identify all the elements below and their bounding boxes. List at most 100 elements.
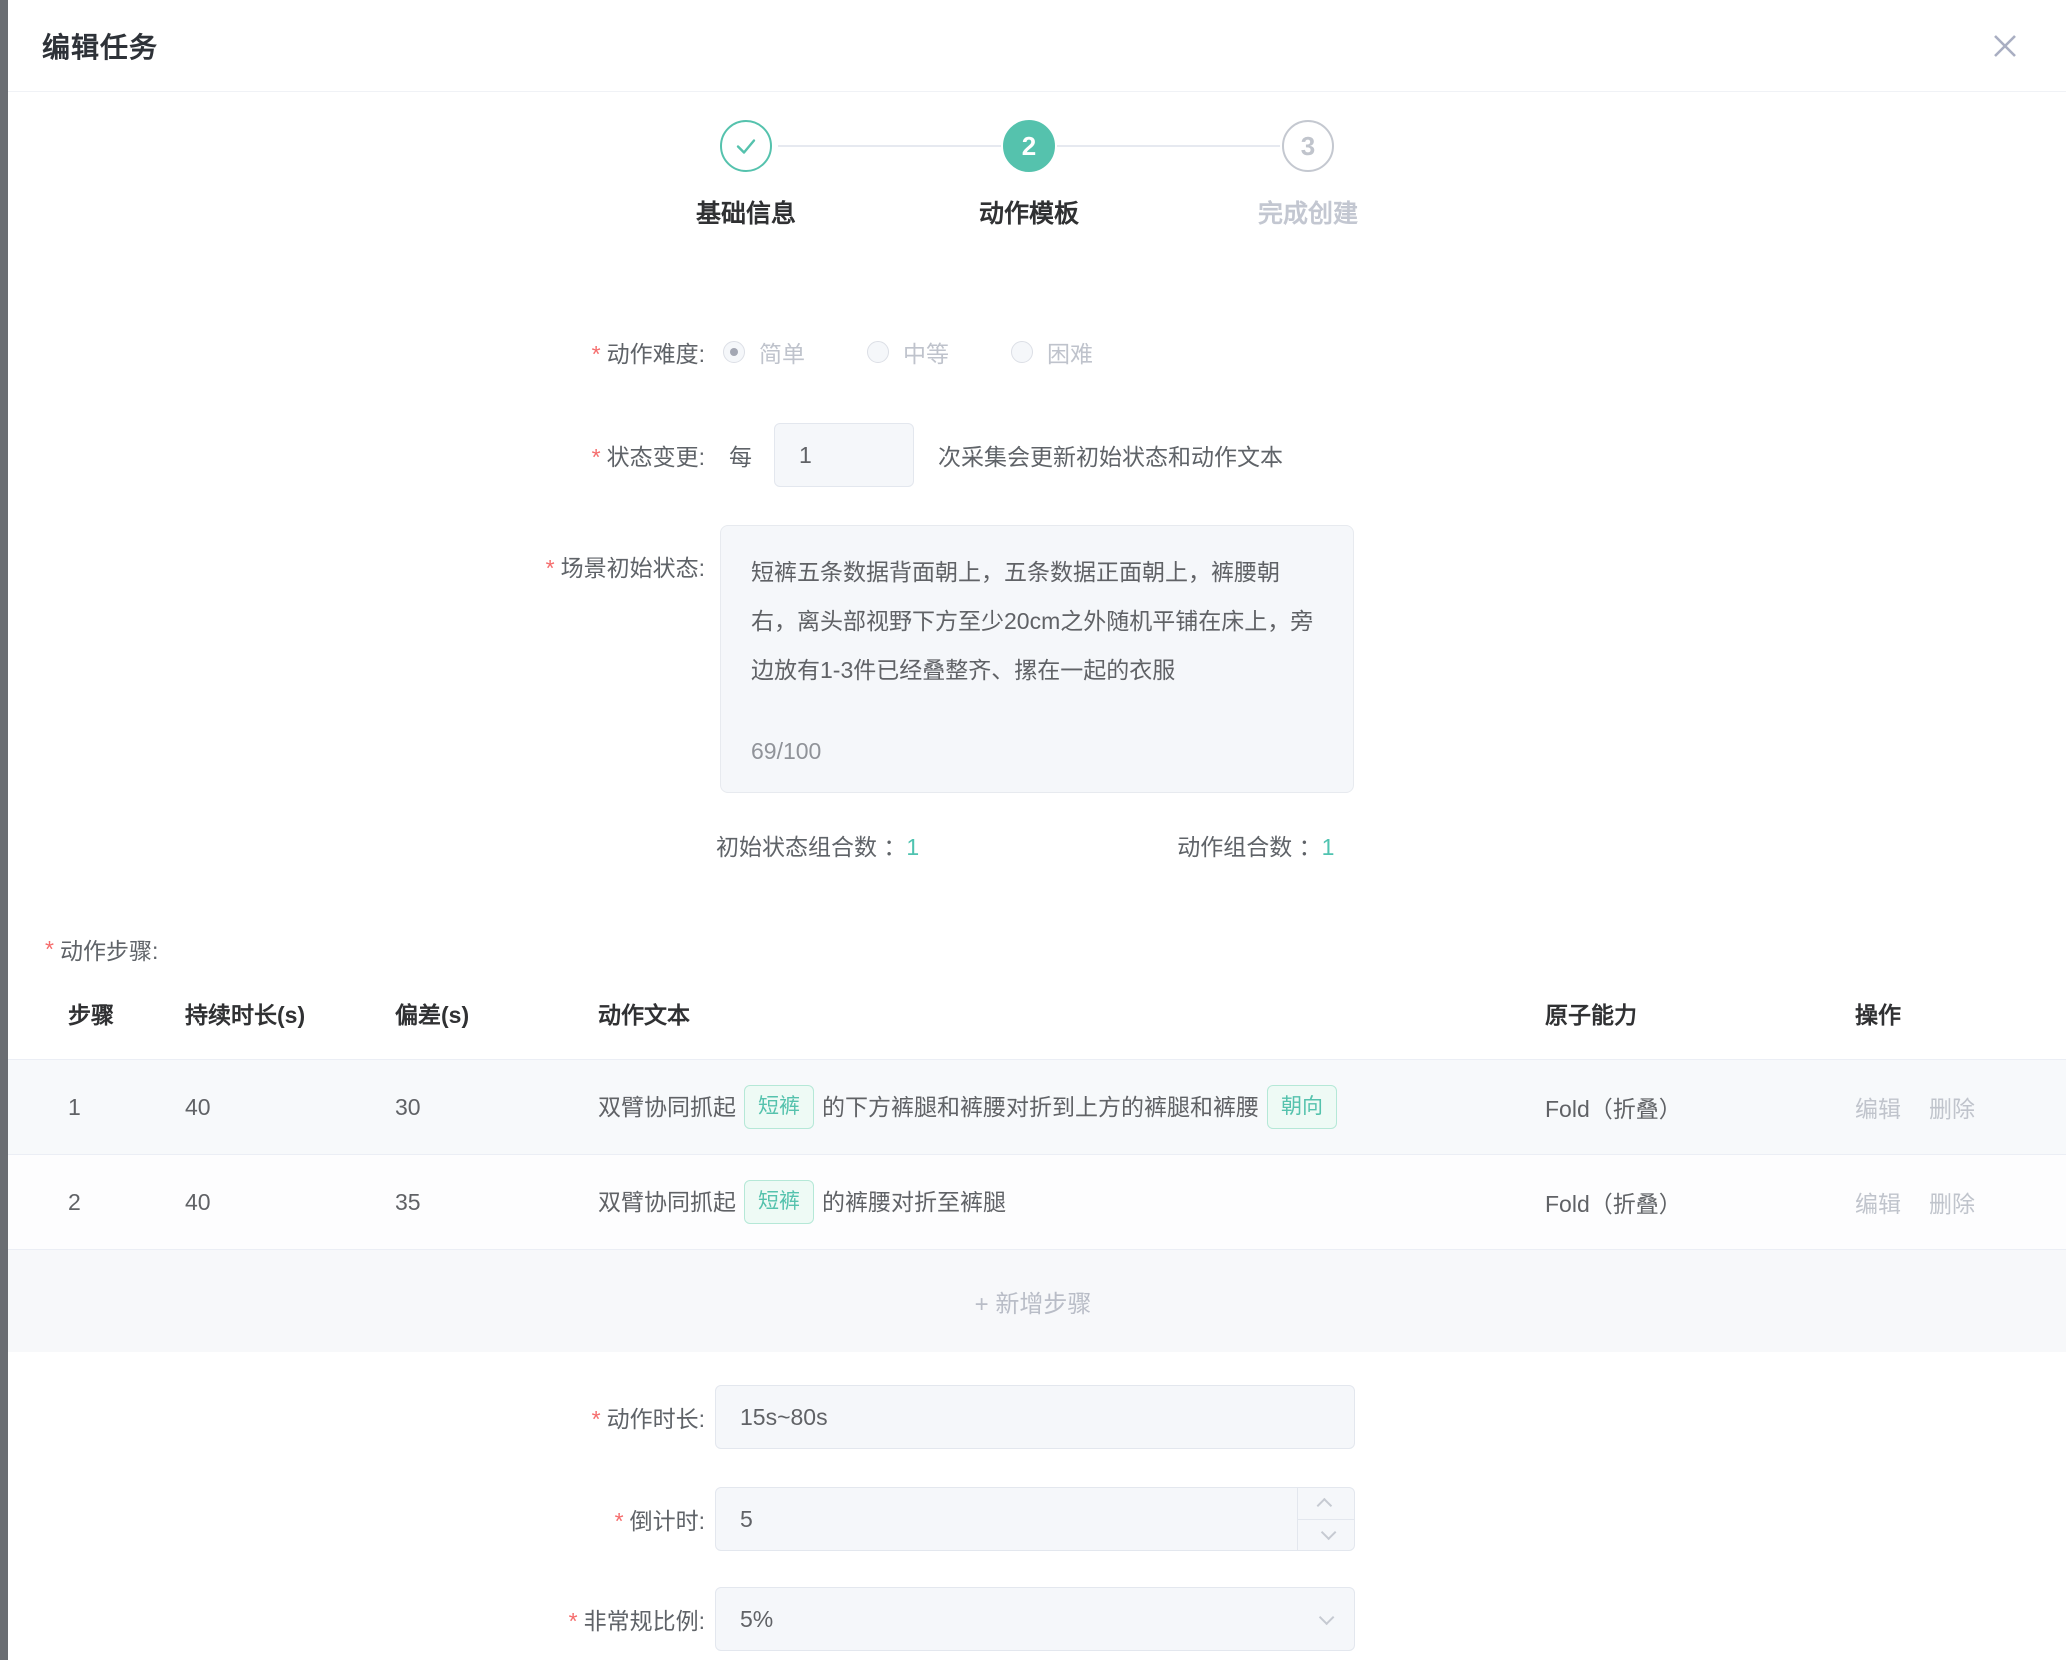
edit-link[interactable]: 编辑 xyxy=(1855,1191,1901,1217)
col-header-deviation: 偏差(s) xyxy=(395,996,598,1030)
difficulty-row: *动作难度: 简单 中等 困难 xyxy=(0,326,2066,378)
backdrop-edge xyxy=(0,0,8,1660)
dialog-header: 编辑任务 xyxy=(0,0,2066,92)
step-1-label: 基础信息 xyxy=(636,194,856,230)
step-3-circle[interactable]: 3 xyxy=(1282,120,1334,172)
action-steps-table: 步骤 持续时长(s) 偏差(s) 动作文本 原子能力 操作 14030双臂协同抓… xyxy=(0,966,2066,1352)
initial-combo-count: 初始状态组合数 ：1 xyxy=(716,828,919,862)
dialog-title: 编辑任务 xyxy=(42,26,158,66)
step-2-circle[interactable]: 2 xyxy=(1003,120,1055,172)
tag-短裤: 短裤 xyxy=(744,1180,814,1224)
radio-label: 中等 xyxy=(903,335,949,369)
initial-state-textarea[interactable]: 短裤五条数据背面朝上，五条数据正面朝上，裤腰朝右，离头部视野下方至少20cm之外… xyxy=(720,525,1354,793)
radio-icon xyxy=(867,341,889,363)
duration-input[interactable]: 15s~80s xyxy=(715,1385,1355,1449)
countdown-label: *倒计时: xyxy=(0,1502,705,1536)
col-header-duration: 持续时长(s) xyxy=(185,996,395,1030)
action-text-segment: 双臂协同抓起 xyxy=(598,1087,736,1127)
step-connector-2 xyxy=(1057,145,1280,147)
radio-option-中等[interactable]: 中等 xyxy=(867,335,949,369)
state-change-prefix: 每 xyxy=(729,438,752,472)
table-header-row: 步骤 持续时长(s) 偏差(s) 动作文本 原子能力 操作 xyxy=(0,966,2066,1059)
initial-state-label: *场景初始状态: xyxy=(0,525,705,583)
radio-option-简单[interactable]: 简单 xyxy=(723,335,805,369)
state-change-input[interactable]: 1 xyxy=(774,423,914,487)
cell-action-text: 双臂协同抓起短裤的下方裤腿和裤腰对折到上方的裤腿和裤腰朝向 xyxy=(598,1085,1545,1129)
radio-label: 简单 xyxy=(759,335,805,369)
unusual-ratio-label: *非常规比例: xyxy=(0,1602,705,1636)
number-stepper xyxy=(1297,1488,1354,1550)
cell-step: 1 xyxy=(55,1094,185,1121)
required-asterisk: * xyxy=(592,1406,601,1432)
cell-ability: Fold（折叠） xyxy=(1545,1090,1855,1124)
cell-deviation: 30 xyxy=(395,1094,598,1121)
radio-option-困难[interactable]: 困难 xyxy=(1011,335,1093,369)
chevron-up-icon xyxy=(1316,1498,1332,1514)
cell-step: 2 xyxy=(55,1189,185,1216)
initial-state-row: *场景初始状态: 短裤五条数据背面朝上，五条数据正面朝上，裤腰朝右，离头部视野下… xyxy=(0,525,2066,793)
table-row: 14030双臂协同抓起短裤的下方裤腿和裤腰对折到上方的裤腿和裤腰朝向Fold（折… xyxy=(0,1059,2066,1154)
action-combo-count: 动作组合数 ：1 xyxy=(1177,828,1334,862)
countdown-row: *倒计时: 5 xyxy=(0,1487,2066,1551)
close-button[interactable] xyxy=(1988,29,2022,63)
col-header-ability: 原子能力 xyxy=(1545,996,1855,1030)
cell-deviation: 35 xyxy=(395,1189,598,1216)
countdown-input[interactable]: 5 xyxy=(715,1487,1355,1551)
cell-operations: 编辑 删除 xyxy=(1855,1185,2066,1219)
radio-dot xyxy=(730,348,738,356)
step-connector-1 xyxy=(778,145,1001,147)
cell-action-text: 双臂协同抓起短裤的裤腰对折至裤腿 xyxy=(598,1180,1545,1224)
edit-link[interactable]: 编辑 xyxy=(1855,1096,1901,1122)
step-1-circle[interactable] xyxy=(720,120,772,172)
initial-state-text: 短裤五条数据背面朝上，五条数据正面朝上，裤腰朝右，离头部视野下方至少20cm之外… xyxy=(751,559,1313,683)
countdown-value: 5 xyxy=(740,1506,753,1533)
action-text-segment: 双臂协同抓起 xyxy=(598,1182,736,1222)
state-change-row: *状态变更: 每 1 次采集会更新初始状态和动作文本 xyxy=(0,423,2066,487)
required-asterisk: * xyxy=(546,555,555,581)
tag-短裤: 短裤 xyxy=(744,1085,814,1129)
cell-operations: 编辑 删除 xyxy=(1855,1090,2066,1124)
char-counter: 69/100 xyxy=(751,727,821,776)
radio-icon xyxy=(1011,341,1033,363)
col-header-operations: 操作 xyxy=(1855,996,2066,1030)
step-2-number: 2 xyxy=(1022,131,1036,162)
unusual-ratio-row: *非常规比例: 5% xyxy=(0,1587,2066,1651)
required-asterisk: * xyxy=(45,936,54,963)
duration-row: *动作时长: 15s~80s xyxy=(0,1385,2066,1449)
difficulty-label: *动作难度: xyxy=(0,335,705,369)
duration-label: *动作时长: xyxy=(0,1400,705,1434)
required-asterisk: * xyxy=(569,1608,578,1634)
step-3-number: 3 xyxy=(1301,131,1315,162)
chevron-down-icon xyxy=(1319,1610,1335,1626)
required-asterisk: * xyxy=(592,341,601,367)
step-3-label: 完成创建 xyxy=(1198,194,1418,230)
check-icon xyxy=(733,133,759,159)
radio-label: 困难 xyxy=(1047,335,1093,369)
state-change-suffix: 次采集会更新初始状态和动作文本 xyxy=(938,438,1283,472)
action-text-segment: 的裤腰对折至裤腿 xyxy=(822,1182,1006,1222)
delete-link[interactable]: 删除 xyxy=(1929,1096,1975,1122)
decrement-button[interactable] xyxy=(1298,1520,1354,1551)
stepper: 2 3 基础信息 动作模板 完成创建 xyxy=(0,120,2066,260)
required-asterisk: * xyxy=(592,444,601,470)
difficulty-radio-group: 简单 中等 困难 xyxy=(723,335,1155,369)
action-steps-label: *动作步骤: xyxy=(0,932,2066,966)
cell-duration: 40 xyxy=(185,1094,395,1121)
col-header-action-text: 动作文本 xyxy=(598,996,1545,1030)
step-2-label: 动作模板 xyxy=(919,194,1139,230)
required-asterisk: * xyxy=(615,1508,624,1534)
col-header-step: 步骤 xyxy=(55,996,185,1030)
increment-button[interactable] xyxy=(1298,1488,1354,1520)
add-step-button[interactable]: + 新增步骤 xyxy=(0,1249,2066,1352)
action-combo-value: 1 xyxy=(1322,834,1335,860)
unusual-ratio-value: 5% xyxy=(740,1606,773,1633)
chevron-down-icon xyxy=(1320,1525,1336,1541)
table-body: 14030双臂协同抓起短裤的下方裤腿和裤腰对折到上方的裤腿和裤腰朝向Fold（折… xyxy=(0,1059,2066,1249)
tag-朝向: 朝向 xyxy=(1267,1085,1337,1129)
unusual-ratio-select[interactable]: 5% xyxy=(715,1587,1355,1651)
radio-selected-icon xyxy=(723,341,745,363)
close-icon xyxy=(1990,31,2020,61)
initial-combo-value: 1 xyxy=(906,834,919,860)
delete-link[interactable]: 删除 xyxy=(1929,1191,1975,1217)
cell-duration: 40 xyxy=(185,1189,395,1216)
